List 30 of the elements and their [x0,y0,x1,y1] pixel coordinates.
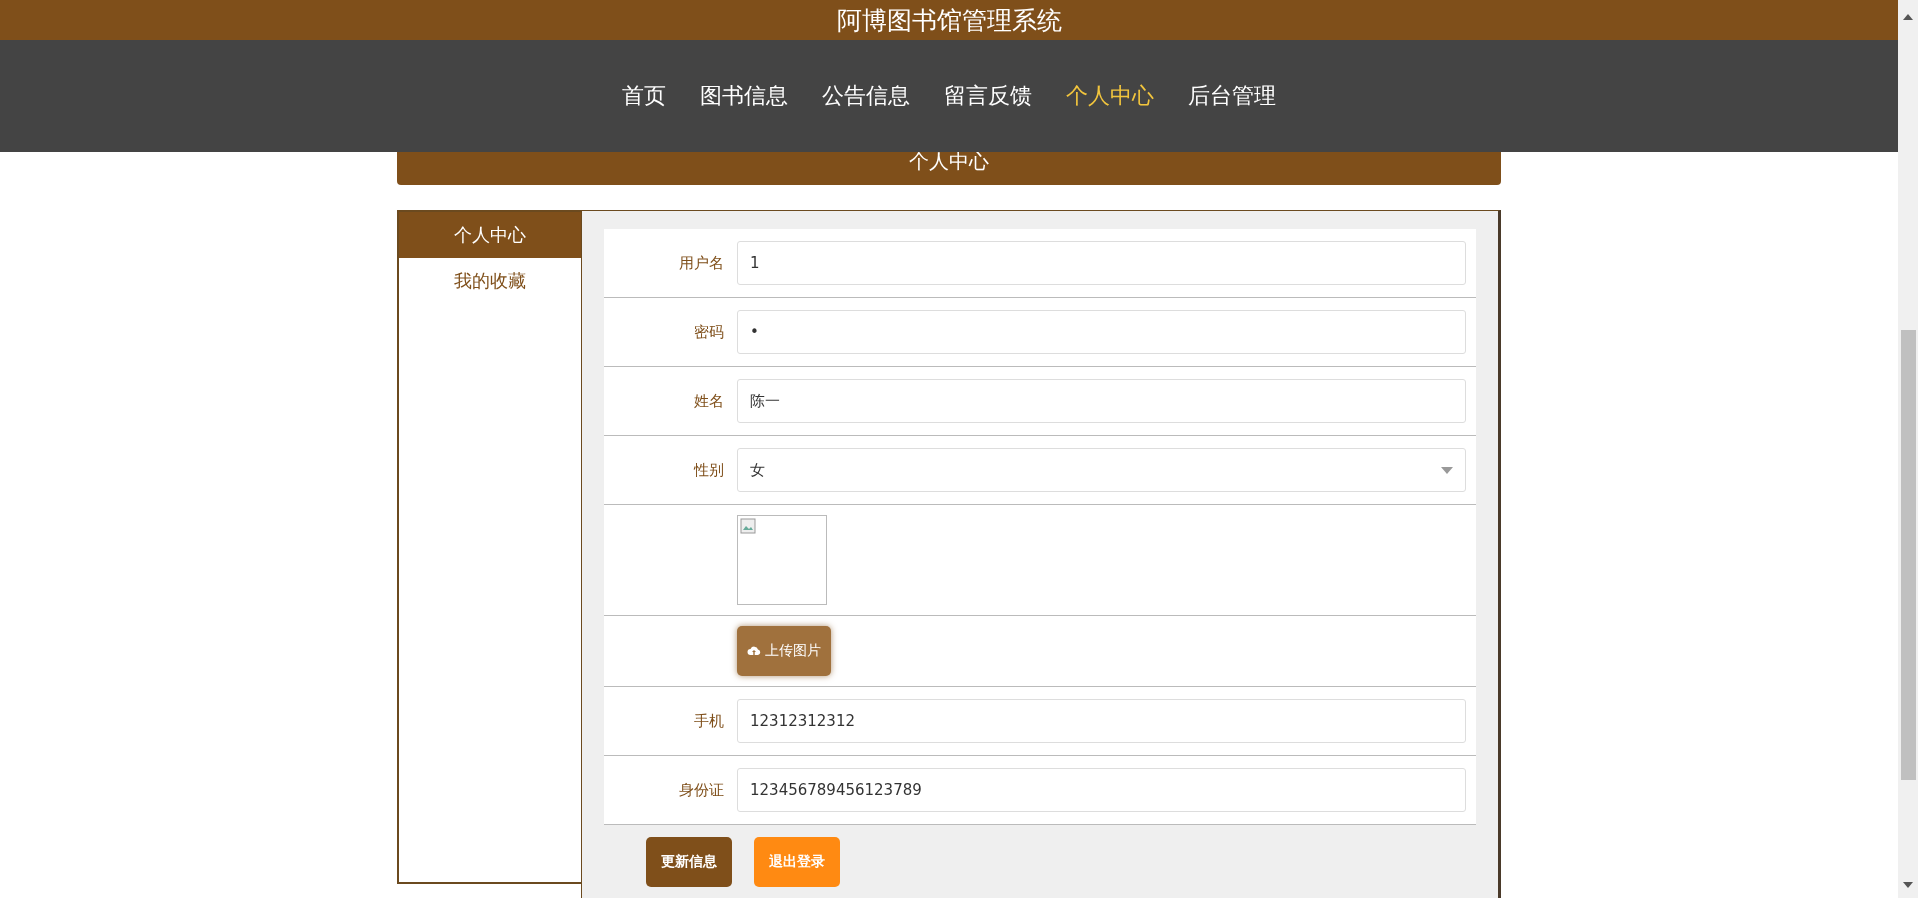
input-field[interactable]: • [737,310,1466,354]
scroll-up-icon[interactable] [1903,14,1913,20]
input-field[interactable]: 12312312312 [737,699,1466,743]
input-field[interactable]: 陈一 [737,379,1466,423]
nav-link[interactable]: 图书信息 [700,81,788,111]
update-button[interactable]: 更新信息 [646,837,732,887]
select-field[interactable]: 女 [737,448,1466,492]
sidebar-item[interactable]: 个人中心 [399,212,581,258]
field-label: 姓名 [693,391,724,411]
field-label: 性别 [692,460,724,480]
broken-image-icon [740,518,756,534]
site-title: 阿博图书馆管理系统 [836,4,1062,37]
caret-icon [1441,466,1453,474]
nav-link[interactable]: 首页 [622,81,666,111]
input-field[interactable]: 1 [737,241,1466,285]
nav-link[interactable]: 个人中心 [1066,81,1154,111]
upload-button[interactable]: 上传图片 [737,626,831,676]
field-label: 用户名 [678,253,724,273]
field-label: 密码 [693,322,724,342]
scrollbar[interactable] [1898,0,1918,898]
nav-link[interactable]: 公告信息 [822,81,910,111]
field-label: 身份证 [678,780,724,800]
field-label: 手机 [693,711,724,731]
cloud-upload-icon [747,645,761,657]
section-title: 个人中心 [909,148,989,175]
scroll-down-icon[interactable] [1903,882,1913,888]
input-field[interactable]: 123456789456123789 [737,768,1466,812]
nav-link[interactable]: 后台管理 [1188,81,1276,111]
nav-link[interactable]: 留言反馈 [944,81,1032,111]
scrollbar-thumb[interactable] [1901,330,1916,780]
